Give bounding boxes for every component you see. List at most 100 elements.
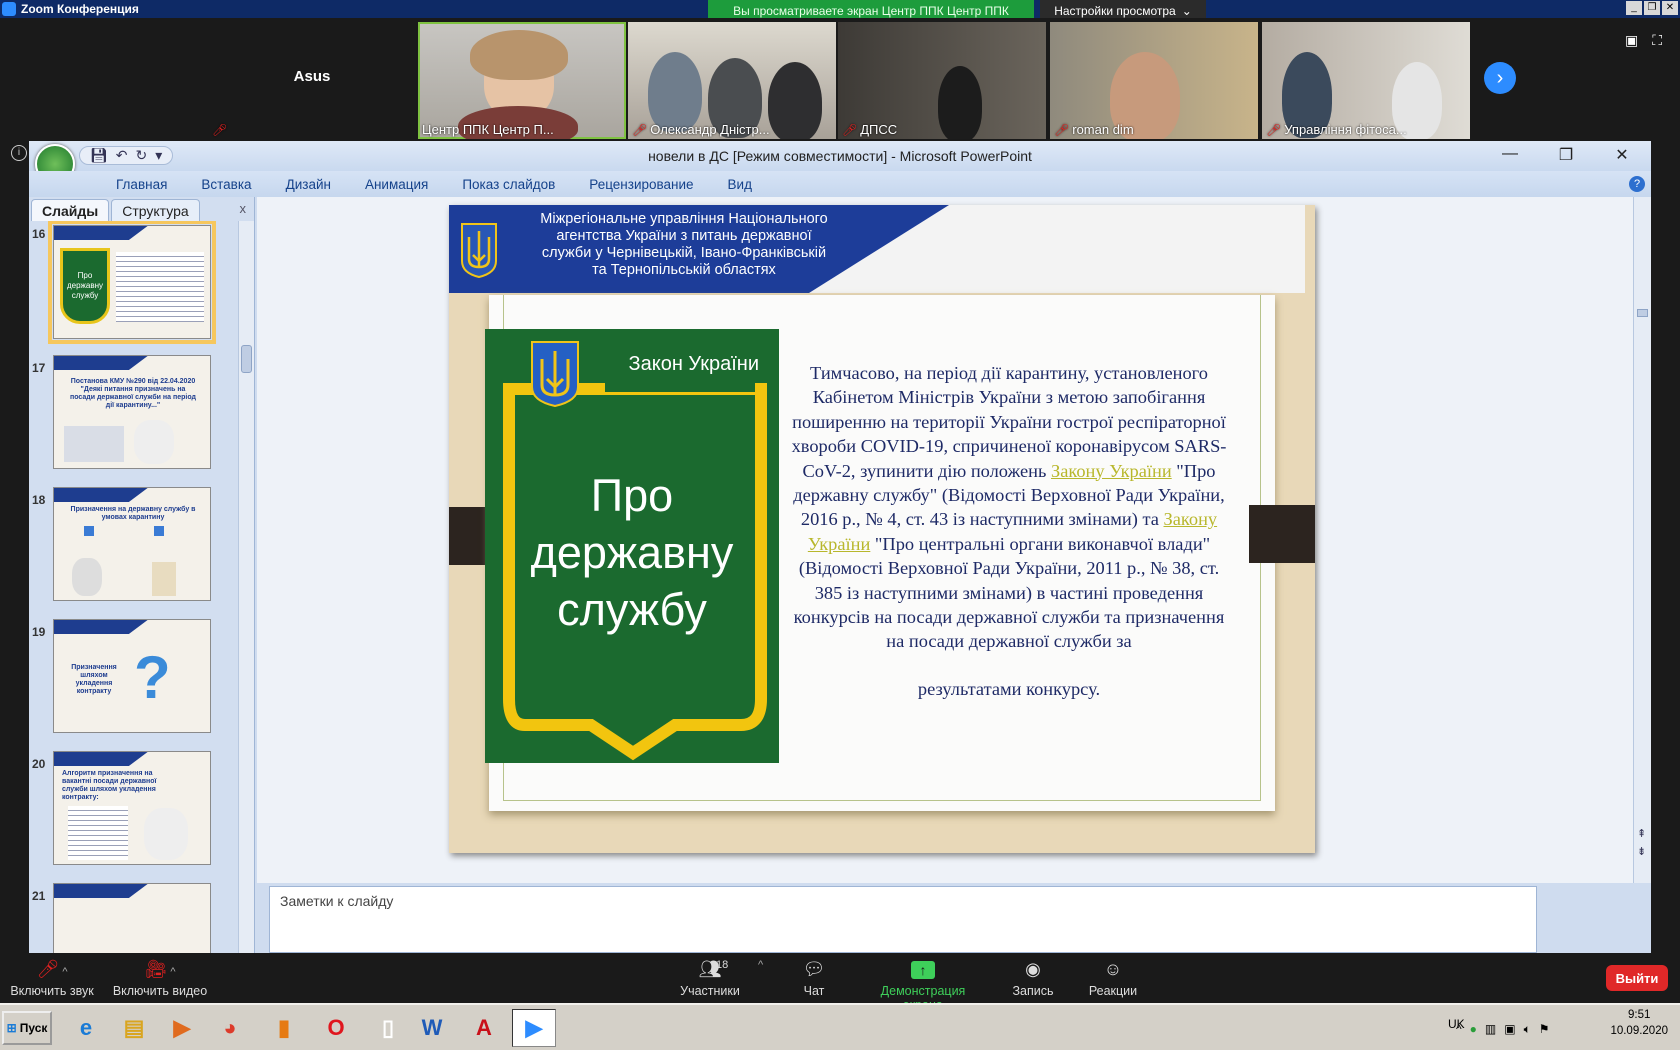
- mute-button[interactable]: 🎤︎ ^ Включить звук: [8, 957, 96, 998]
- close-button[interactable]: ✕: [1662, 1, 1678, 15]
- chevron-up-icon[interactable]: ^: [758, 959, 763, 971]
- next-page-button[interactable]: ›: [1484, 62, 1516, 94]
- slide-number: 20: [32, 757, 46, 771]
- opera-icon[interactable]: O: [314, 1009, 358, 1047]
- taskbar: ⊞ Пуск e ▤ ▶ ◕ ▮ O ▯ W A ▶ UK ^ ● ▥ ▣ 🔈︎ …: [0, 1003, 1680, 1050]
- view-options-label: Настройки просмотра: [1054, 4, 1176, 18]
- slide-thumbnail-21[interactable]: [53, 883, 211, 953]
- tab-animation[interactable]: Анимация: [348, 177, 445, 192]
- participant-name: Управління фітоса...: [1284, 122, 1407, 137]
- notepad-icon[interactable]: ▯: [366, 1009, 410, 1047]
- slide-header-text: Міжрегіональне управління Національного …: [540, 211, 828, 278]
- save-icon[interactable]: 💾︎: [90, 147, 108, 164]
- slide-thumbnail-16[interactable]: Про державну службу: [48, 221, 216, 344]
- reactions-button[interactable]: ☺︎ Реакции: [1086, 957, 1140, 998]
- zoom-icon[interactable]: ▶: [512, 1009, 556, 1047]
- acrobat-icon[interactable]: A: [462, 1009, 506, 1047]
- tab-insert[interactable]: Вставка: [184, 177, 268, 192]
- redo-icon[interactable]: ↻: [136, 147, 148, 164]
- powerpoint-window: новели в ДС [Режим совместимости] - Micr…: [29, 141, 1651, 953]
- chat-button[interactable]: 💬︎ Чат: [794, 957, 834, 998]
- info-icon[interactable]: i: [11, 145, 27, 161]
- start-button[interactable]: ⊞ Пуск: [2, 1011, 52, 1045]
- ppt-close-button[interactable]: ✕: [1607, 145, 1637, 165]
- undo-icon[interactable]: ↶: [116, 147, 128, 164]
- media-icon[interactable]: ▶: [160, 1009, 204, 1047]
- participant-tile[interactable]: 🎤︎ ДПСС: [838, 22, 1046, 139]
- system-tray: ^ ● ▥ ▣ 🔈︎ ⚑: [1450, 1011, 1580, 1047]
- muted-mic-icon: 🎤︎: [1054, 122, 1070, 137]
- participants-button[interactable]: 👥︎ 18 Участники: [670, 957, 750, 998]
- slide-thumbnail-18[interactable]: Призначення на державну службу в умовах …: [53, 487, 211, 601]
- chat-label: Чат: [803, 984, 825, 998]
- question-mark-icon: ?: [134, 644, 171, 711]
- next-slide-icon[interactable]: ⇟: [1637, 845, 1646, 858]
- slide-thumbnail-20[interactable]: Алгоритм призначення на вакантні посади …: [53, 751, 211, 865]
- participant-tile[interactable]: 🎤︎ Управління фітоса...: [1262, 22, 1470, 139]
- participant-tile[interactable]: 🎤︎ roman dim: [1050, 22, 1258, 139]
- editor-scrollbar[interactable]: ⇞ ⇟: [1633, 197, 1651, 883]
- slide-body-last-line: результатами конкурсу.: [917, 679, 1101, 699]
- slide-editor[interactable]: Міжрегіональне управління Національного …: [257, 197, 1649, 883]
- ie-icon[interactable]: e: [64, 1009, 108, 1047]
- slide-thumbnail-17[interactable]: Постанова КМУ №290 від 22.04.2020 "Деякі…: [53, 355, 211, 469]
- chevron-down-icon: ⌄: [1181, 4, 1192, 18]
- law-title: Про державну службу: [485, 467, 779, 638]
- thumbnail-scrollbar[interactable]: [238, 221, 254, 953]
- security-icon[interactable]: ●: [1470, 1022, 1477, 1036]
- start-label: Пуск: [19, 1021, 48, 1035]
- clock[interactable]: 9:51 10.09.2020: [1610, 1007, 1668, 1039]
- ppt-minimize-button[interactable]: —: [1495, 145, 1525, 165]
- slide-number: 16: [32, 227, 46, 241]
- record-label: Запись: [1012, 984, 1054, 998]
- video-off-icon: 🎥︎ ^: [144, 959, 176, 979]
- fullscreen-icon[interactable]: ⛶: [1652, 32, 1662, 49]
- customize-qat-icon[interactable]: ▾: [155, 147, 162, 164]
- display-icon[interactable]: ▣: [1504, 1022, 1515, 1036]
- flag-icon[interactable]: ⚑: [1539, 1022, 1550, 1036]
- powerpoint-title: новели в ДС [Режим совместимости] - Micr…: [648, 148, 1032, 164]
- participant-strip: Asus 🎤︎ Центр ППК Центр П... 🎤︎ Олександр…: [0, 18, 1680, 140]
- volume-icon[interactable]: 🔈︎: [1524, 1022, 1531, 1037]
- gallery-view-icon[interactable]: ▣: [1625, 32, 1638, 49]
- network-icon[interactable]: ▥: [1485, 1022, 1496, 1036]
- help-icon[interactable]: ?: [1629, 176, 1645, 192]
- tray-expand-icon[interactable]: ^: [1456, 1022, 1462, 1036]
- tab-outline[interactable]: Структура: [111, 199, 200, 221]
- chrome-icon[interactable]: ◕: [208, 1009, 252, 1047]
- law-link[interactable]: Закону України: [1051, 461, 1172, 481]
- word-icon[interactable]: W: [410, 1009, 454, 1047]
- tab-design[interactable]: Дизайн: [269, 177, 348, 192]
- tab-view[interactable]: Вид: [711, 177, 769, 192]
- leave-button[interactable]: Выйти: [1606, 965, 1668, 991]
- ppt-restore-button[interactable]: ❐: [1551, 145, 1581, 165]
- slide-number: 19: [32, 625, 46, 639]
- tab-review[interactable]: Рецензирование: [572, 177, 710, 192]
- thumb-label: Призначення на державну службу в умовах …: [70, 506, 196, 521]
- participant-name-center: Asus: [293, 68, 331, 85]
- law-title-line: службу: [557, 584, 707, 635]
- pane-tabs: Слайды Структура x: [29, 197, 254, 221]
- participant-tile[interactable]: Asus 🎤︎: [208, 22, 416, 139]
- clock-date: 10.09.2020: [1610, 1025, 1668, 1037]
- notes-field[interactable]: Заметки к слайду: [269, 886, 1537, 953]
- tab-slideshow[interactable]: Показ слайдов: [445, 177, 572, 192]
- participant-tile-active[interactable]: Центр ППК Центр П...: [418, 22, 626, 139]
- law-cover: Закон України Про державну службу: [485, 329, 779, 763]
- pane-close-icon[interactable]: x: [240, 201, 247, 216]
- slide-thumbnail-19[interactable]: Призначення шляхом укладення контракту ?: [53, 619, 211, 733]
- maximize-button[interactable]: ❐: [1644, 1, 1660, 15]
- prev-slide-icon[interactable]: ⇞: [1637, 827, 1646, 840]
- record-button[interactable]: ◉ Запись: [1008, 957, 1058, 998]
- tab-home[interactable]: Главная: [99, 177, 184, 192]
- tab-slides[interactable]: Слайды: [31, 199, 110, 221]
- participant-tile[interactable]: 🎤︎ Олександр Дністр...: [628, 22, 836, 139]
- app-icon[interactable]: ▮: [262, 1009, 306, 1047]
- mute-label: Включить звук: [10, 984, 94, 998]
- scroll-thumb[interactable]: [1637, 309, 1648, 317]
- video-button[interactable]: 🎥︎ ^ Включить видео: [112, 957, 208, 998]
- minimize-button[interactable]: _: [1626, 1, 1642, 15]
- ppt-window-controls: — ❐ ✕: [1495, 145, 1637, 165]
- record-icon: ◉: [1025, 959, 1041, 979]
- explorer-icon[interactable]: ▤: [112, 1009, 156, 1047]
